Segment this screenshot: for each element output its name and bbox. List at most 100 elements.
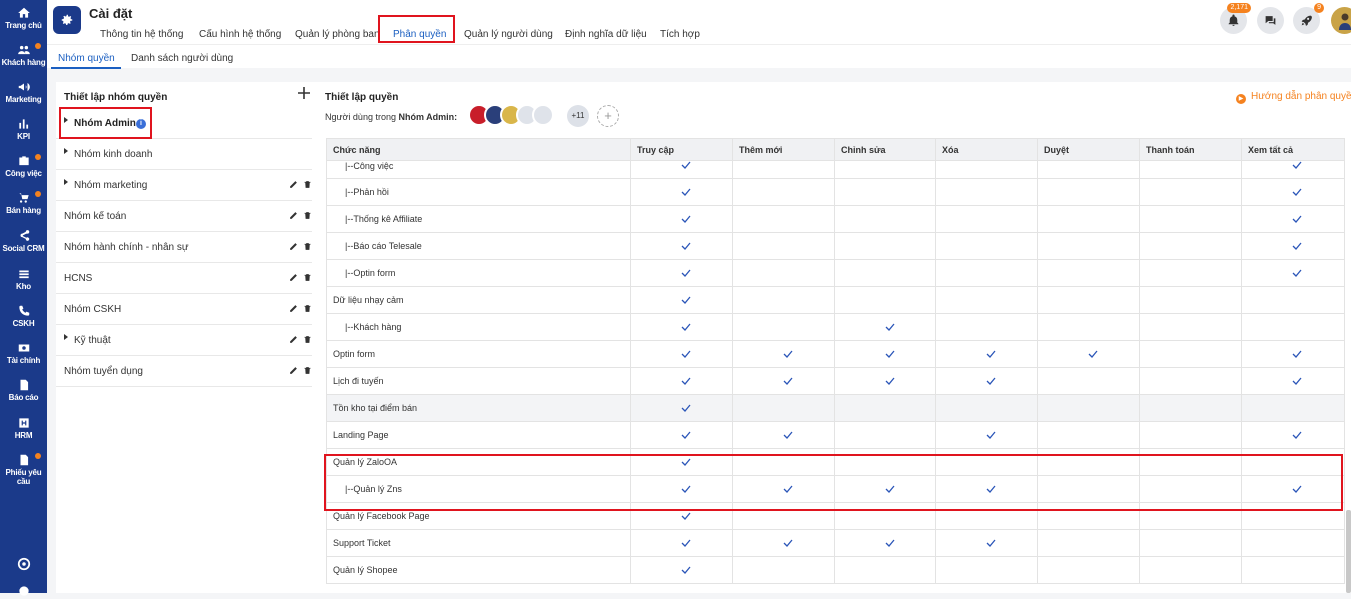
caret-right-icon[interactable] [64, 148, 68, 154]
trash-icon[interactable] [303, 273, 312, 285]
permission-cell[interactable] [1140, 179, 1242, 206]
more-users-count[interactable]: +11 [567, 105, 589, 127]
settings-app-icon[interactable] [53, 6, 81, 34]
permission-cell[interactable] [936, 557, 1038, 584]
sidebar-item-bán-hàng[interactable]: Bán hàng [0, 191, 47, 215]
permission-cell[interactable] [631, 206, 733, 233]
permission-cell[interactable] [733, 179, 835, 206]
permission-cell[interactable] [1038, 314, 1140, 341]
permission-cell[interactable] [733, 341, 835, 368]
permission-cell[interactable] [631, 368, 733, 395]
rocket-button[interactable]: 9 [1293, 7, 1320, 34]
sidebar-settings-button[interactable] [0, 584, 47, 599]
trash-icon[interactable] [303, 335, 312, 347]
trash-icon[interactable] [303, 180, 312, 192]
permission-cell[interactable] [631, 233, 733, 260]
permission-cell[interactable] [936, 287, 1038, 314]
permission-cell[interactable] [1140, 206, 1242, 233]
permission-cell[interactable] [1038, 341, 1140, 368]
sidebar-support-button[interactable] [0, 557, 47, 572]
permission-cell[interactable] [631, 395, 733, 422]
permission-cell[interactable] [1242, 422, 1345, 449]
permission-cell[interactable] [1242, 395, 1345, 422]
permission-cell[interactable] [1038, 179, 1140, 206]
edit-icon[interactable] [289, 366, 298, 378]
permission-cell[interactable] [835, 314, 936, 341]
sidebar-item-social-crm[interactable]: Social CRM [0, 229, 47, 253]
permission-cell[interactable] [835, 557, 936, 584]
permission-cell[interactable] [936, 233, 1038, 260]
chat-button[interactable] [1257, 7, 1284, 34]
permission-cell[interactable] [733, 314, 835, 341]
permission-cell[interactable] [1242, 341, 1345, 368]
permission-cell[interactable] [835, 206, 936, 233]
permission-cell[interactable] [1242, 206, 1345, 233]
permission-cell[interactable] [1038, 260, 1140, 287]
group-item[interactable]: Nhóm kinh doanh [56, 139, 312, 170]
user-avatar-5[interactable] [532, 104, 554, 126]
permission-cell[interactable] [733, 260, 835, 287]
permission-cell[interactable] [1140, 395, 1242, 422]
sidebar-item-tài-chính[interactable]: Tài chính [0, 341, 47, 365]
permission-cell[interactable] [1140, 233, 1242, 260]
permission-cell[interactable] [1038, 368, 1140, 395]
edit-icon[interactable] [289, 180, 298, 192]
permission-cell[interactable] [733, 368, 835, 395]
permission-cell[interactable] [936, 260, 1038, 287]
permission-cell[interactable] [733, 557, 835, 584]
sidebar-item-báo-cáo[interactable]: Báo cáo [0, 378, 47, 402]
add-group-button[interactable] [298, 86, 310, 104]
permission-cell[interactable] [1242, 260, 1345, 287]
permission-cell[interactable] [1140, 314, 1242, 341]
tab-5[interactable]: Định nghĩa dữ liệu [565, 29, 647, 40]
permission-cell[interactable] [1140, 422, 1242, 449]
permission-cell[interactable] [1038, 422, 1140, 449]
permission-cell[interactable] [631, 557, 733, 584]
permission-cell[interactable] [733, 422, 835, 449]
tab-1[interactable]: Cấu hình hệ thống [199, 29, 281, 40]
tab-0[interactable]: Thông tin hệ thống [100, 29, 183, 40]
group-item[interactable]: Nhóm marketing [56, 170, 312, 201]
permission-cell[interactable] [835, 233, 936, 260]
permission-cell[interactable] [835, 341, 936, 368]
permission-cell[interactable] [631, 530, 733, 557]
permission-cell[interactable] [631, 179, 733, 206]
caret-right-icon[interactable] [64, 334, 68, 340]
group-item[interactable]: Kỹ thuật [56, 325, 312, 356]
edit-icon[interactable] [289, 211, 298, 223]
group-item[interactable]: Nhóm tuyển dụng [56, 356, 312, 387]
group-item[interactable]: Nhóm CSKH [56, 294, 312, 325]
permission-cell[interactable] [936, 206, 1038, 233]
notification-button[interactable]: 2,171 [1220, 7, 1247, 34]
sidebar-item-kpi[interactable]: KPI [0, 117, 47, 141]
permission-cell[interactable] [733, 206, 835, 233]
permission-cell[interactable] [1140, 287, 1242, 314]
permission-cell[interactable] [733, 530, 835, 557]
permission-cell[interactable] [1140, 530, 1242, 557]
subtab-permission-groups[interactable]: Nhóm quyền [58, 53, 115, 64]
permission-cell[interactable] [936, 395, 1038, 422]
permission-cell[interactable] [1242, 368, 1345, 395]
permission-cell[interactable] [835, 530, 936, 557]
sidebar-item-trang-chủ[interactable]: Trang chủ [0, 6, 47, 30]
permission-cell[interactable] [733, 161, 835, 179]
permission-cell[interactable] [1140, 557, 1242, 584]
caret-right-icon[interactable] [64, 179, 68, 185]
permission-cell[interactable] [936, 179, 1038, 206]
sidebar-item-khách-hàng[interactable]: Khách hàng [0, 43, 47, 67]
permission-cell[interactable] [1242, 161, 1345, 179]
group-item[interactable]: HCNS [56, 263, 312, 294]
sidebar-item-cskh[interactable]: CSKH [0, 304, 47, 328]
permission-cell[interactable] [936, 314, 1038, 341]
trash-icon[interactable] [303, 304, 312, 316]
permission-cell[interactable] [631, 341, 733, 368]
permission-cell[interactable] [936, 422, 1038, 449]
permission-cell[interactable] [1242, 530, 1345, 557]
tab-6[interactable]: Tích hợp [660, 29, 700, 40]
permission-cell[interactable] [835, 395, 936, 422]
edit-icon[interactable] [289, 304, 298, 316]
permission-cell[interactable] [733, 287, 835, 314]
permission-cell[interactable] [1242, 314, 1345, 341]
vertical-scrollbar[interactable] [1346, 510, 1351, 593]
permission-cell[interactable] [1038, 530, 1140, 557]
